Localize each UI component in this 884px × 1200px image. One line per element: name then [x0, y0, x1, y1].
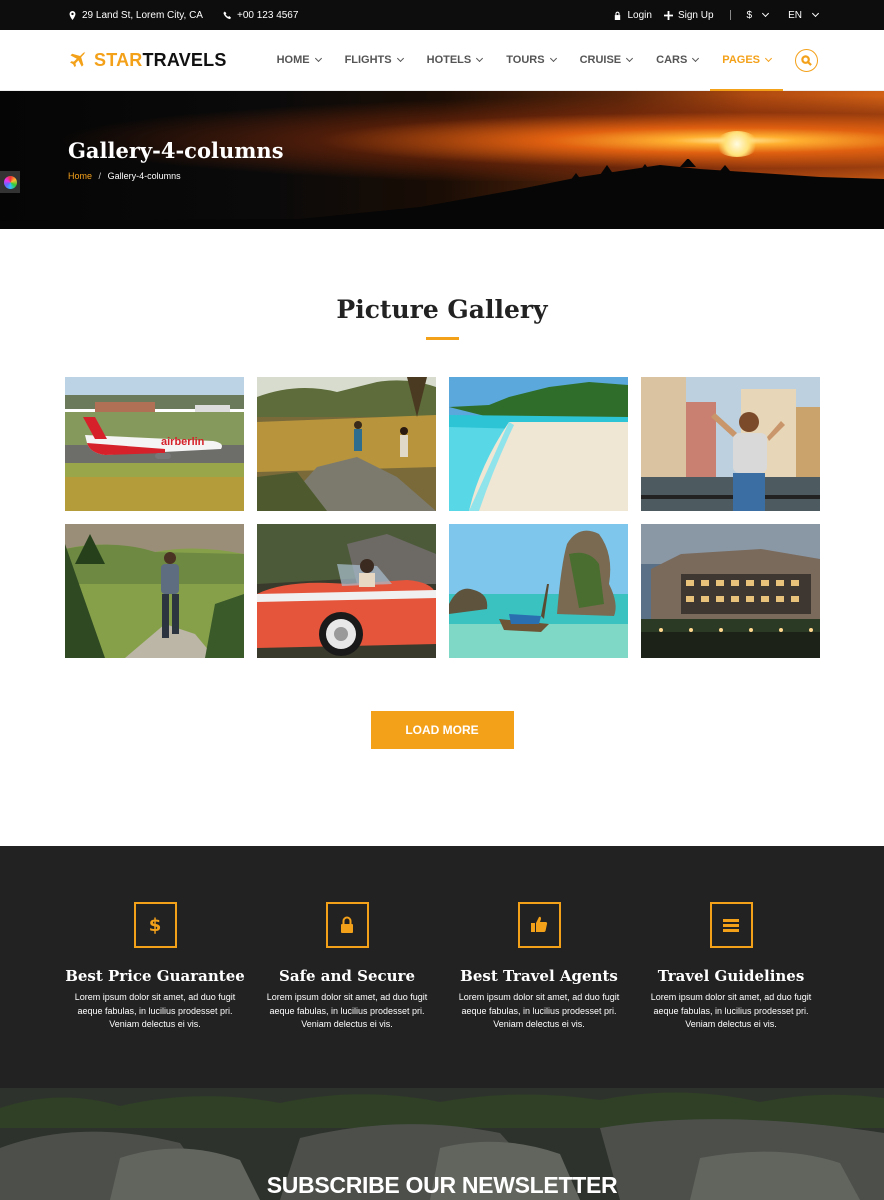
- dollar-icon: $: [149, 915, 162, 936]
- feature-title: Best Travel Agents: [460, 967, 618, 985]
- chevron-down-icon: [692, 54, 700, 62]
- nav-cruise[interactable]: CRUISE: [568, 30, 645, 91]
- title-underline: [425, 337, 459, 340]
- main-menu: HOME FLIGHTS HOTELS TOURS CRUISE CARS PA…: [265, 30, 818, 92]
- feature-title: Best Price Guarantee: [65, 967, 245, 985]
- nav-pages-label: PAGES: [722, 54, 760, 66]
- feature-best-price: $ Best Price Guarantee Lorem ipsum dolor…: [65, 902, 245, 1032]
- address-text: 29 Land St, Lorem City, CA: [82, 9, 203, 21]
- nav-cars[interactable]: CARS: [644, 30, 710, 91]
- chevron-down-icon: [762, 9, 770, 17]
- feature-travel-agents: Best Travel Agents Lorem ipsum dolor sit…: [449, 902, 629, 1032]
- color-wheel-icon: [3, 175, 17, 189]
- page-title: Gallery-4-columns: [68, 138, 284, 163]
- gallery-photo-venice[interactable]: [641, 377, 820, 511]
- svg-text:$: $: [149, 915, 162, 936]
- feature-safe-secure: Safe and Secure Lorem ipsum dolor sit am…: [257, 902, 437, 1032]
- gallery-photo-trail[interactable]: [65, 524, 244, 658]
- signup-link[interactable]: Sign Up: [663, 9, 714, 21]
- plane-icon: [70, 51, 86, 68]
- gallery-grid: airberlin: [65, 377, 884, 658]
- newsletter-title: SUBSCRIBE OUR NEWSLETTER: [266, 1172, 618, 1198]
- search-button[interactable]: [795, 48, 818, 72]
- nav-home[interactable]: HOME: [265, 30, 333, 91]
- color-switcher-button[interactable]: [0, 171, 20, 193]
- chevron-down-icon: [549, 54, 557, 62]
- phone: +00 123 4567: [223, 10, 298, 21]
- breadcrumb-current: Gallery-4-columns: [107, 171, 181, 181]
- search-icon: [801, 54, 812, 66]
- nav-flights[interactable]: FLIGHTS: [333, 30, 415, 91]
- feature-text: Lorem ipsum dolor sit amet, ad duo fugit…: [650, 992, 812, 1029]
- address: 29 Land St, Lorem City, CA: [68, 10, 203, 21]
- nav-hotels-label: HOTELS: [426, 54, 472, 66]
- gallery-photo-airplane[interactable]: airberlin: [65, 377, 244, 511]
- breadcrumb: Home / Gallery-4-columns: [68, 171, 181, 181]
- features-section: $ Best Price Guarantee Lorem ipsum dolor…: [0, 846, 884, 1088]
- currency-label: $: [746, 9, 753, 21]
- feature-title: Safe and Secure: [279, 967, 415, 985]
- feature-icon-box: [517, 902, 561, 948]
- chevron-down-icon: [811, 9, 820, 17]
- load-more-button[interactable]: LOAD MORE: [370, 711, 514, 749]
- brand-name-part2: TRAVELS: [142, 49, 227, 70]
- brand-logo[interactable]: STARTRAVELS: [68, 50, 227, 71]
- nav-pages[interactable]: PAGES: [710, 30, 783, 92]
- gallery-photo-longtail-boat[interactable]: [449, 524, 628, 658]
- lock-icon: [341, 916, 353, 933]
- feature-icon-box: [325, 902, 369, 948]
- map-pin-icon: [69, 10, 76, 20]
- chevron-down-icon: [314, 54, 322, 62]
- feature-title: Travel Guidelines: [657, 967, 805, 985]
- section-title: Picture Gallery: [336, 295, 548, 324]
- login-link[interactable]: Login: [613, 9, 652, 21]
- hill-silhouette: [0, 159, 884, 229]
- chevron-down-icon: [396, 54, 404, 62]
- phone-text: +00 123 4567: [236, 9, 299, 21]
- feature-icon-box: [709, 902, 753, 948]
- gallery-photo-beach[interactable]: [449, 377, 628, 511]
- breadcrumb-home[interactable]: Home: [68, 171, 92, 181]
- sun: [715, 131, 759, 157]
- currency-dropdown[interactable]: $: [746, 9, 770, 21]
- nav-hotels[interactable]: HOTELS: [415, 30, 495, 91]
- gallery-photo-hikers[interactable]: [257, 377, 436, 511]
- breadcrumb-separator: /: [98, 171, 102, 181]
- nav-tours[interactable]: TOURS: [494, 30, 567, 91]
- gallery-photo-classic-car[interactable]: [257, 524, 436, 658]
- divider: [729, 10, 731, 20]
- chevron-down-icon: [476, 54, 484, 62]
- plus-icon: [663, 10, 673, 20]
- airplane-livery: airberlin: [161, 436, 205, 448]
- page-banner: Gallery-4-columns Home / Gallery-4-colum…: [0, 91, 884, 229]
- gallery-photo-building-night[interactable]: [641, 524, 820, 658]
- nav-flights-label: FLIGHTS: [344, 54, 392, 66]
- main-header: STARTRAVELS HOME FLIGHTS HOTELS TOURS CR…: [0, 30, 884, 92]
- lock-icon: [615, 11, 621, 20]
- signup-label: Sign Up: [677, 9, 714, 21]
- nav-home-label: HOME: [276, 54, 310, 66]
- newsletter-section: SUBSCRIBE OUR NEWSLETTER: [0, 1088, 884, 1200]
- nav-cruise-label: CRUISE: [579, 54, 622, 66]
- brand-name-part1: STAR: [94, 49, 143, 70]
- language-dropdown[interactable]: EN: [788, 9, 820, 21]
- list-icon: [723, 919, 739, 932]
- language-label: EN: [788, 9, 802, 21]
- feature-travel-guidelines: Travel Guidelines Lorem ipsum dolor sit …: [641, 902, 821, 1032]
- nav-tours-label: TOURS: [506, 54, 545, 66]
- login-label: Login: [627, 9, 652, 21]
- feature-text: Lorem ipsum dolor sit amet, ad duo fugit…: [74, 992, 236, 1029]
- chevron-down-icon: [626, 54, 634, 62]
- feature-icon-box: $: [133, 902, 177, 948]
- feature-text: Lorem ipsum dolor sit amet, ad duo fugit…: [458, 992, 620, 1029]
- nav-cars-label: CARS: [656, 54, 688, 66]
- gallery-section: Picture Gallery airberlin LOAD MORE: [0, 229, 884, 749]
- feature-text: Lorem ipsum dolor sit amet, ad duo fugit…: [266, 992, 428, 1029]
- chevron-down-icon: [764, 54, 773, 62]
- phone-icon: [223, 10, 231, 19]
- thumbs-up-icon: [531, 916, 548, 932]
- top-bar: 29 Land St, Lorem City, CA +00 123 4567 …: [0, 0, 884, 30]
